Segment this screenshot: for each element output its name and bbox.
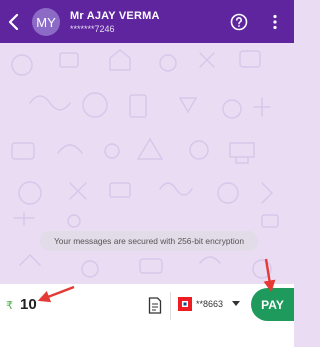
amount-input[interactable]: ₹ 10: [0, 284, 140, 329]
avatar-initials: MY: [36, 14, 56, 30]
bank-logo-icon[interactable]: [178, 297, 192, 311]
note-icon[interactable]: [148, 297, 162, 314]
chat-area: Your messages are secured with 256-bit e…: [0, 43, 294, 284]
more-vert-icon[interactable]: [268, 13, 282, 31]
amount-value: 10: [20, 296, 37, 313]
avatar[interactable]: MY: [32, 8, 60, 36]
account-number[interactable]: **8663: [196, 299, 223, 309]
encryption-notice: Your messages are secured with 256-bit e…: [40, 231, 258, 251]
currency-symbol: ₹: [6, 300, 13, 312]
pay-button[interactable]: PAY: [251, 288, 294, 321]
help-icon[interactable]: [230, 13, 248, 31]
chat-header: MY Mr AJAY VERMA *******7246: [0, 0, 294, 43]
contact-name: Mr AJAY VERMA: [70, 10, 160, 22]
bar-divider: [170, 292, 171, 320]
payment-bar: ₹ 10 **8663 PAY: [0, 284, 294, 347]
back-arrow-icon[interactable]: [4, 11, 24, 33]
dropdown-caret-icon[interactable]: [232, 301, 240, 307]
contact-phone: *******7246: [70, 24, 115, 34]
